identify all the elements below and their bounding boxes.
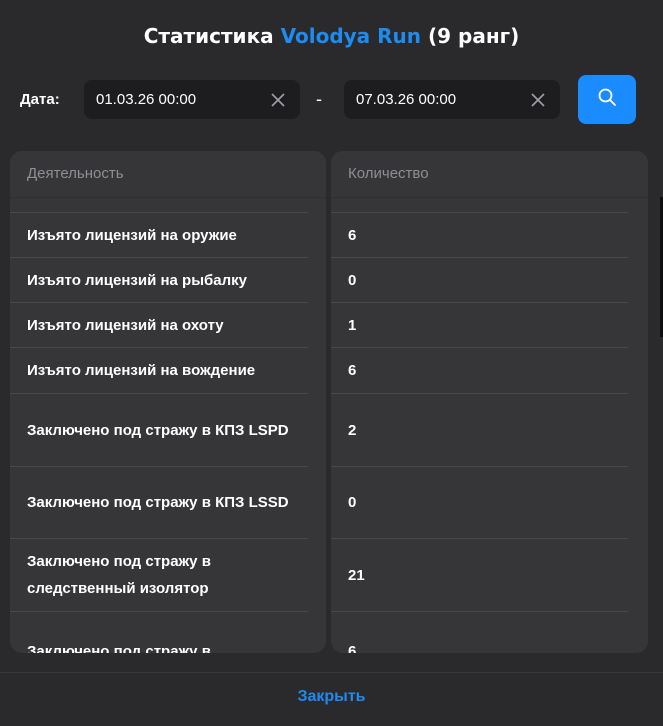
activity-cell: Изъято лицензий на вождение [27,362,256,379]
table-row [331,198,628,213]
table-row: 6 [331,348,628,394]
table-row: 1 [331,303,628,348]
table-row: Изъято лицензий на рыбалку [10,258,308,303]
table-row: 6 [331,213,628,258]
dialog-title: Статистика Volodya Run (9 ранг) [0,24,663,48]
activity-rows[interactable]: Изъято лицензий на оружие Изъято лицензий… [10,198,326,653]
activity-column-header: Деятельность [10,151,326,198]
count-cell: 6 [348,643,357,653]
count-cell: 2 [348,421,357,439]
date-from-value[interactable]: 01.03.26 00:00 [96,91,268,108]
table-row: Изъято лицензий на вождение [10,348,308,394]
quantity-column-header: Количество [331,151,648,198]
quantity-rows[interactable]: 6 0 1 6 2 0 21 6 [331,198,648,653]
table-row: 2 [331,394,628,467]
title-rank: (9 ранг) [428,24,520,48]
table-row: Заключено под стражу в [10,612,308,653]
close-button[interactable]: Закрыть [0,688,663,706]
count-cell: 6 [348,226,357,244]
date-label: Дата: [20,91,60,108]
table-row: Заключено под стражу в КПЗ LSPD [10,394,308,467]
count-cell: 21 [348,566,365,584]
close-icon[interactable] [528,90,548,110]
date-to-field[interactable]: 07.03.26 00:00 [344,80,560,119]
count-cell: 6 [348,362,357,379]
date-from-field[interactable]: 01.03.26 00:00 [84,80,300,119]
table-row: 0 [331,467,628,539]
table-row: 0 [331,258,628,303]
title-prefix: Статистика [143,24,274,48]
activity-cell: Заключено под стражу в КПЗ LSSD [27,494,289,511]
table-row: 21 [331,539,628,612]
table-row: Изъято лицензий на охоту [10,303,308,348]
table-row [10,198,308,213]
player-name: Volodya Run [280,24,422,48]
activity-cell: Изъято лицензий на охоту [27,316,224,334]
date-to-value[interactable]: 07.03.26 00:00 [356,91,528,108]
activity-cell: Заключено под стражу в [27,643,211,653]
date-separator: - [316,89,322,109]
activity-column[interactable]: Деятельность Изъято лицензий на оружие Из… [10,151,326,653]
quantity-column[interactable]: Количество 6 0 1 6 2 0 21 6 [331,151,648,653]
footer-divider [0,672,663,673]
count-cell: 0 [348,494,357,511]
search-icon [597,87,617,112]
table-row: 6 [331,612,628,653]
activity-cell: Изъято лицензий на оружие [27,226,237,244]
table-row: Изъято лицензий на оружие [10,213,308,258]
close-icon[interactable] [268,90,288,110]
count-cell: 1 [348,316,357,334]
count-cell: 0 [348,271,357,289]
activity-cell: Заключено под стражу в следственный изол… [27,553,211,597]
activity-cell: Заключено под стражу в КПЗ LSPD [27,421,289,439]
table-row: Заключено под стражу в КПЗ LSSD [10,467,308,539]
search-button[interactable] [578,75,636,124]
activity-cell: Изъято лицензий на рыбалку [27,271,247,289]
table-row: Заключено под стражу в следственный изол… [10,539,308,612]
